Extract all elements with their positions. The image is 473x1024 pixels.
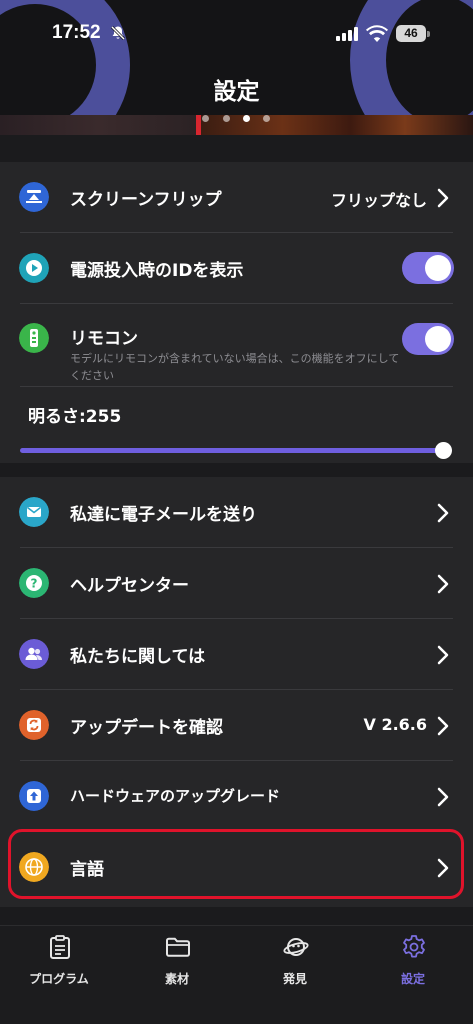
power-on-id-toggle[interactable] bbox=[402, 252, 454, 284]
toggle-knob bbox=[425, 326, 451, 352]
help-icon: ? bbox=[19, 568, 49, 598]
help-center-label: ヘルプセンター bbox=[70, 576, 189, 596]
chevron-right-icon bbox=[437, 716, 449, 736]
remote-note: モデルにリモコンが含まれていない場合は、この機能をオフにしてください bbox=[70, 352, 400, 382]
discover-icon bbox=[283, 938, 309, 956]
brightness-label: 明るさ:255 bbox=[28, 407, 122, 427]
gear-icon bbox=[403, 935, 425, 958]
screen-flip-icon bbox=[19, 182, 49, 212]
update-icon bbox=[19, 710, 49, 740]
app-version: V 2.6.6 bbox=[363, 715, 427, 734]
chevron-right-icon bbox=[437, 787, 449, 807]
status-bar: 17:52 46 bbox=[0, 0, 473, 62]
remote-label: リモコン bbox=[70, 329, 138, 349]
email-us-label: 私達に電子メールを送り bbox=[70, 505, 257, 525]
remote-icon bbox=[19, 323, 49, 353]
wifi-icon bbox=[366, 25, 388, 42]
hardware-upgrade-label: ハードウェアのアップグレード bbox=[70, 787, 281, 805]
hardware-upgrade-row[interactable]: ハードウェアのアップグレード bbox=[0, 761, 473, 831]
hardware-upgrade-icon bbox=[19, 781, 49, 811]
screen-flip-value: フリップなし bbox=[330, 191, 427, 210]
program-icon bbox=[50, 935, 70, 959]
mail-icon bbox=[19, 497, 49, 527]
tab-discover[interactable]: 発見 bbox=[236, 926, 354, 1024]
chevron-right-icon bbox=[437, 188, 449, 208]
remote-row: リモコン モデルにリモコンが含まれていない場合は、この機能をオフにしてください bbox=[0, 304, 473, 386]
carousel-dot[interactable] bbox=[263, 115, 270, 122]
remote-toggle[interactable] bbox=[402, 323, 454, 355]
page-title: 設定 bbox=[213, 79, 260, 105]
help-center-row[interactable]: ? ヘルプセンター bbox=[0, 548, 473, 618]
chevron-right-icon bbox=[437, 503, 449, 523]
tab-materials-label: 素材 bbox=[164, 972, 189, 986]
divider bbox=[20, 386, 453, 387]
power-on-id-label: 電源投入時のIDを表示 bbox=[70, 261, 244, 281]
carousel-dot-active[interactable] bbox=[243, 115, 250, 122]
tab-settings[interactable]: 設定 bbox=[354, 926, 472, 1024]
svg-text:?: ? bbox=[31, 577, 38, 591]
bell-slash-icon bbox=[110, 25, 126, 41]
email-us-row[interactable]: 私達に電子メールを送り bbox=[0, 477, 473, 547]
play-icon bbox=[19, 253, 49, 283]
banner-slide-image bbox=[0, 115, 198, 135]
language-highlight-box bbox=[8, 829, 464, 899]
screen-flip-label: スクリーンフリップ bbox=[70, 190, 222, 210]
about-us-icon bbox=[19, 639, 49, 669]
check-update-label: アップデートを確認 bbox=[70, 718, 223, 738]
battery-level: 46 bbox=[396, 25, 426, 42]
display-settings-section: スクリーンフリップ フリップなし 電源投入時のIDを表示 リモコン モデルにリモ… bbox=[0, 162, 473, 463]
header: 17:52 46 設定 bbox=[0, 0, 473, 135]
tab-settings-label: 設定 bbox=[400, 972, 425, 986]
carousel-dot[interactable] bbox=[202, 115, 209, 122]
chevron-right-icon bbox=[437, 645, 449, 665]
carousel-dot[interactable] bbox=[223, 115, 230, 122]
brightness-slider-thumb[interactable] bbox=[435, 442, 452, 459]
status-time: 17:52 bbox=[52, 22, 101, 43]
tab-materials[interactable]: 素材 bbox=[118, 926, 236, 1024]
check-update-row[interactable]: アップデートを確認 V 2.6.6 bbox=[0, 690, 473, 760]
tab-bar: プログラム 素材 発見 設定 bbox=[0, 925, 473, 1024]
cellular-signal-icon bbox=[336, 27, 358, 41]
about-us-row[interactable]: 私たちに関しては bbox=[0, 619, 473, 689]
screen-flip-row[interactable]: スクリーンフリップ フリップなし bbox=[0, 162, 473, 232]
carousel-indicator[interactable] bbox=[199, 115, 279, 125]
tab-discover-label: 発見 bbox=[282, 972, 307, 986]
tab-program-label: プログラム bbox=[29, 972, 89, 986]
tab-program[interactable]: プログラム bbox=[0, 926, 118, 1024]
chevron-right-icon bbox=[437, 574, 449, 594]
folder-icon bbox=[166, 937, 190, 957]
toggle-knob bbox=[425, 255, 451, 281]
brightness-slider-track[interactable] bbox=[20, 448, 448, 453]
battery-tip bbox=[427, 31, 430, 37]
about-us-label: 私たちに関しては bbox=[70, 647, 206, 667]
power-on-id-row: 電源投入時のIDを表示 bbox=[0, 233, 473, 303]
